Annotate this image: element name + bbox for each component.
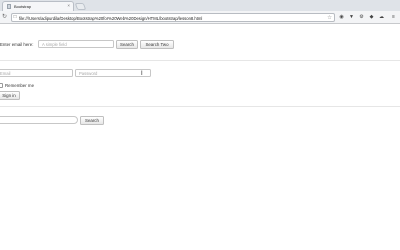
extension-gear-icon[interactable]: ⚙ bbox=[358, 14, 365, 21]
url-text: file:///Users/adipurdila/Desktop/Bootstr… bbox=[19, 15, 203, 21]
section-divider bbox=[0, 106, 400, 107]
tab-title: Bootstrap bbox=[14, 3, 32, 9]
browser-tab[interactable]: Bootstrap × bbox=[2, 1, 74, 11]
search-two-button[interactable]: Search Two bbox=[140, 40, 174, 49]
page-icon: □ bbox=[13, 14, 17, 20]
section-divider bbox=[0, 60, 400, 61]
extension-layers-icon[interactable]: ◆ bbox=[368, 14, 375, 21]
page-favicon-icon bbox=[7, 4, 11, 9]
extension-shield-icon[interactable]: ▼ bbox=[348, 14, 355, 21]
search-button[interactable]: Search bbox=[116, 40, 138, 49]
star-icon[interactable]: ☆ bbox=[327, 15, 332, 21]
search-input[interactable] bbox=[0, 116, 78, 124]
browser-tab-strip: Bootstrap × bbox=[0, 0, 400, 11]
extension-opera-icon[interactable]: ◉ bbox=[338, 14, 345, 21]
menu-icon[interactable]: ≡ bbox=[390, 14, 397, 21]
extension-cloud-icon[interactable]: ☁ bbox=[378, 14, 385, 21]
password-placeholder: Password bbox=[79, 71, 98, 76]
password-input[interactable]: Password bbox=[75, 69, 151, 77]
simple-field-placeholder: A simple field bbox=[42, 42, 67, 47]
search-submit-button[interactable]: Search bbox=[80, 116, 104, 125]
text-cursor-icon: I bbox=[141, 71, 143, 77]
new-tab-button[interactable] bbox=[74, 3, 87, 10]
email-label: Enter email here: bbox=[0, 42, 34, 47]
browser-toolbar: ↻ □ file:///Users/adipurdila/Desktop/Boo… bbox=[0, 11, 400, 24]
reload-icon[interactable]: ↻ bbox=[2, 13, 7, 20]
email-input[interactable]: Email bbox=[0, 69, 73, 77]
remember-me-label: Remember me bbox=[5, 83, 35, 88]
simple-field-input[interactable]: A simple field bbox=[38, 40, 114, 48]
sign-in-button[interactable]: Sign in bbox=[0, 91, 20, 100]
remember-me-checkbox[interactable] bbox=[0, 83, 3, 88]
address-bar[interactable]: □ file:///Users/adipurdila/Desktop/Boots… bbox=[11, 13, 335, 22]
close-tab-icon[interactable]: × bbox=[67, 3, 70, 8]
email-placeholder: Email bbox=[0, 71, 11, 76]
